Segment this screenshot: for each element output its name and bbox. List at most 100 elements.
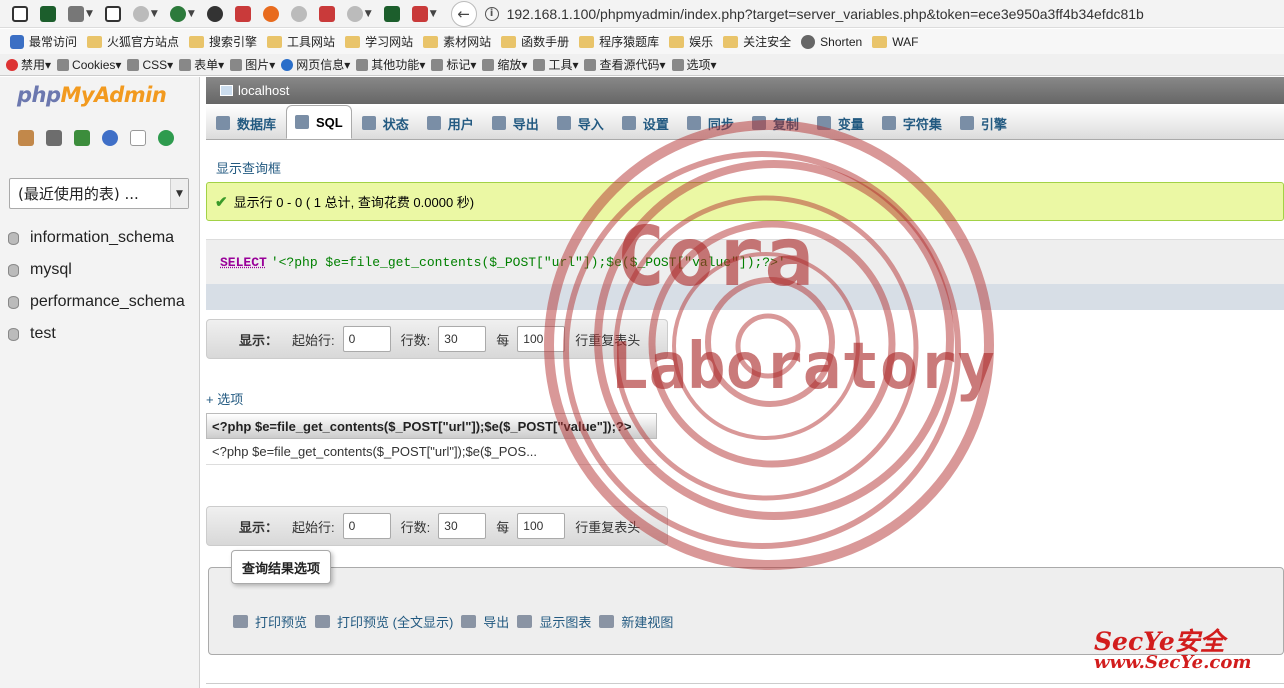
back-button[interactable]: ←: [450, 0, 477, 27]
tab-import[interactable]: 导入: [549, 107, 612, 139]
tab-synchronize[interactable]: 同步: [679, 107, 742, 139]
chevron-down-icon[interactable]: ▼: [86, 9, 93, 19]
start-row-input[interactable]: 0: [342, 513, 391, 539]
export-link[interactable]: 导出: [461, 612, 509, 631]
print-view-full-link[interactable]: 打印预览 (全文显示): [315, 612, 453, 631]
column-header[interactable]: <?php $e=file_get_contents($_POST["url"]…: [206, 413, 657, 439]
pen-icon: [431, 58, 444, 71]
bookmark-item[interactable]: 素材网站: [423, 33, 491, 50]
terminal-addon-icon[interactable]: [383, 5, 400, 22]
db-item-test[interactable]: test: [8, 325, 56, 343]
display-chart-link[interactable]: 显示图表: [517, 612, 591, 631]
phpmyadmin-logo[interactable]: phpMyAdmin: [17, 83, 167, 107]
dev-menu-outline[interactable]: 标记 ▾: [431, 56, 476, 73]
documentation-icon[interactable]: [130, 130, 146, 146]
dev-menu-options[interactable]: 选项 ▾: [671, 56, 717, 73]
dev-menu-css[interactable]: CSS ▾: [127, 58, 173, 72]
dev-menu-images[interactable]: 图片 ▾: [230, 56, 275, 73]
site-info-icon[interactable]: i: [484, 6, 499, 21]
tab-replication[interactable]: 复制: [744, 107, 807, 139]
tab-settings[interactable]: 设置: [614, 107, 677, 139]
server-link[interactable]: localhost: [238, 83, 289, 98]
bookmark-item[interactable]: WAF: [872, 35, 918, 49]
hand-addon-icon[interactable]: [290, 5, 307, 22]
gear-icon[interactable]: [132, 5, 149, 22]
dev-menu-misc[interactable]: 其他功能 ▾: [356, 56, 425, 73]
recent-tables-select[interactable]: (最近使用的表) ... ▼: [9, 178, 189, 209]
dev-menu-info[interactable]: 网页信息 ▾: [281, 56, 350, 73]
chevron-down-icon[interactable]: ▼: [365, 9, 372, 19]
bookmark-item[interactable]: 关注安全: [723, 33, 791, 50]
start-row-input[interactable]: 0: [342, 326, 391, 352]
tab-charsets[interactable]: 字符集: [874, 107, 950, 139]
status-addon-icon[interactable]: [346, 5, 363, 22]
globe-addon-icon[interactable]: [169, 5, 186, 22]
rows-input[interactable]: 30: [438, 326, 487, 352]
dev-menu-resize[interactable]: 缩放 ▾: [482, 56, 527, 73]
chevron-down-icon[interactable]: ▼: [430, 9, 437, 19]
reload-icon[interactable]: [158, 130, 174, 146]
options-link[interactable]: + 选项: [206, 389, 243, 408]
help-icon[interactable]: [102, 130, 118, 146]
show-label[interactable]: 显示：: [239, 330, 278, 349]
rows-input[interactable]: 30: [438, 513, 487, 539]
print-view-link[interactable]: 打印预览: [233, 612, 307, 631]
bookmark-item[interactable]: 最常访问: [10, 33, 77, 50]
start-row-label: 起始行:: [292, 332, 335, 348]
show-query-box-link[interactable]: 显示查询框: [216, 158, 281, 177]
db-item-mysql[interactable]: mysql: [8, 261, 72, 279]
folder-icon: [345, 35, 361, 48]
repeat-header-label: 行重复表头: [575, 332, 641, 348]
tab-status[interactable]: 状态: [354, 107, 417, 139]
url-bar[interactable]: 192.168.1.100/phpmyadmin/index.php?targe…: [507, 6, 1187, 22]
bookmark-item[interactable]: 工具网站: [267, 33, 335, 50]
tab-export[interactable]: 导出: [484, 107, 547, 139]
block-icon[interactable]: [318, 5, 335, 22]
dev-menu-tools[interactable]: 工具 ▾: [533, 56, 578, 73]
dev-menu-cookies[interactable]: Cookies ▾: [57, 58, 121, 72]
chevron-down-icon[interactable]: ▼: [170, 179, 188, 208]
tab-databases[interactable]: 数据库: [208, 107, 284, 139]
results-navigation-bottom: 显示： 起始行: 0 行数: 30 每 100 行重复表头: [206, 506, 668, 546]
reader-icon[interactable]: [104, 5, 121, 22]
database-icon: [8, 295, 19, 309]
bookmark-item[interactable]: 火狐官方站点: [87, 33, 179, 50]
top-tabs: 数据库 SQL 状态 用户 导出 导入 设置 同步 复制 变量 字符集 引擎: [206, 105, 1284, 140]
badge-addon-icon[interactable]: [262, 5, 279, 22]
chevron-down-icon[interactable]: ▼: [151, 9, 158, 19]
tab-sql[interactable]: SQL: [286, 105, 352, 139]
dev-menu-forms[interactable]: 表单 ▾: [179, 56, 224, 73]
tab-engines[interactable]: 引擎: [952, 107, 1015, 139]
db-item-information-schema[interactable]: information_schema: [8, 229, 174, 247]
folder-icon: [501, 35, 517, 48]
tab-variables[interactable]: 变量: [809, 107, 872, 139]
create-view-link[interactable]: 新建视图: [599, 612, 673, 631]
skull-addon-icon[interactable]: [206, 5, 223, 22]
bookmark-item[interactable]: 搜索引擎: [189, 33, 257, 50]
dev-menu-disable[interactable]: 禁用 ▾: [6, 56, 51, 73]
chevron-down-icon[interactable]: ▼: [188, 9, 195, 19]
bookmark-item[interactable]: Shorten: [801, 34, 862, 49]
sidebar-toggle-icon[interactable]: [12, 5, 28, 22]
print-icon: [233, 615, 248, 628]
db-item-performance-schema[interactable]: performance_schema: [8, 293, 185, 311]
shield-addon-icon[interactable]: [40, 5, 56, 22]
home-icon[interactable]: [18, 130, 34, 146]
repeat-header-input[interactable]: 100: [517, 513, 566, 539]
bookmark-item[interactable]: 程序猿题库: [579, 33, 659, 50]
sql-keyword[interactable]: SELECT: [220, 255, 267, 270]
puzzle-addon-icon[interactable]: [68, 5, 84, 22]
tools-addon-icon[interactable]: [411, 5, 428, 22]
bookmark-item[interactable]: 函数手册: [501, 33, 569, 50]
table-row[interactable]: <?php $e=file_get_contents($_POST["url"]…: [206, 439, 657, 465]
bookmark-item[interactable]: 学习网站: [345, 33, 413, 50]
logout-icon[interactable]: [46, 130, 62, 146]
tab-users[interactable]: 用户: [419, 107, 482, 139]
swap-arrows-icon[interactable]: [234, 5, 251, 22]
show-label[interactable]: 显示：: [239, 517, 278, 536]
query-window-icon[interactable]: [74, 130, 90, 146]
repeat-header-input[interactable]: 100: [517, 326, 566, 352]
bookmark-item[interactable]: 娱乐: [669, 33, 713, 50]
folder-icon: [579, 35, 595, 48]
dev-menu-source[interactable]: 查看源代码 ▾: [584, 56, 666, 73]
